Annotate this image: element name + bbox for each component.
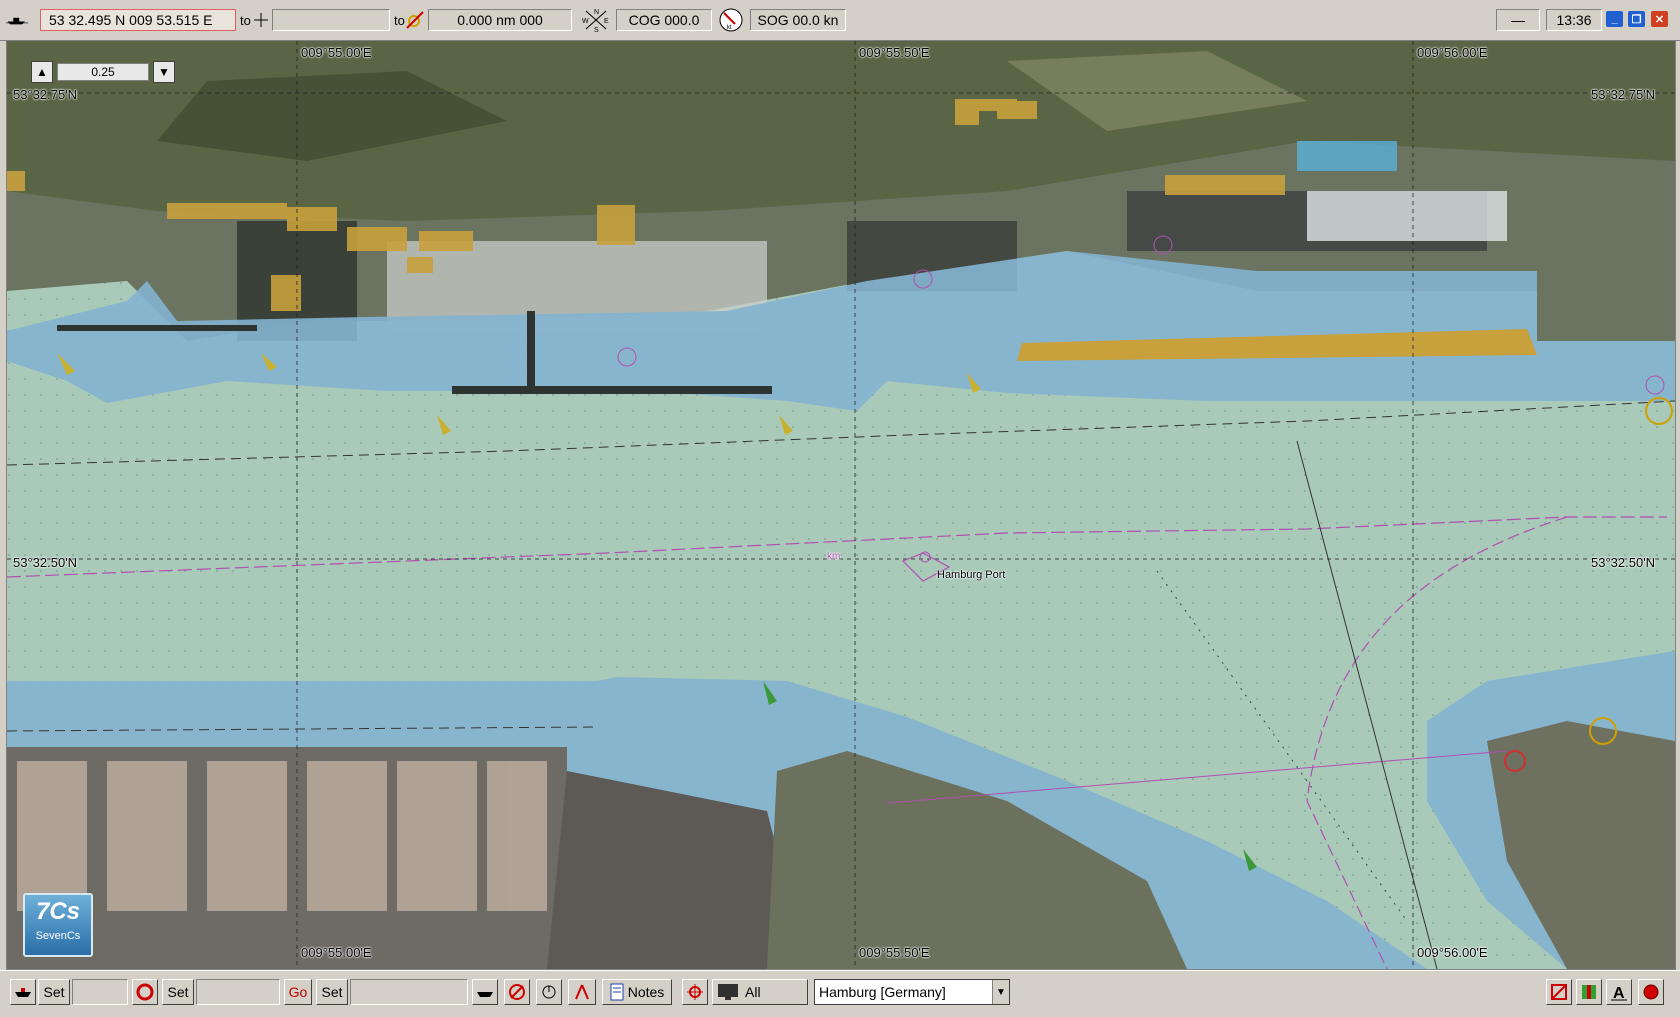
lon-label-3: 009°56.00'E [1417, 45, 1488, 60]
compass-e: E [604, 18, 609, 25]
compass-s: S [594, 27, 599, 33]
monitor-icon [718, 984, 738, 1000]
bottom-toolbar: Set Set Go Set Notes All Hamburg [German… [0, 970, 1680, 1017]
lifebuoy-button[interactable] [132, 979, 158, 1005]
region-value: Hamburg [Germany] [819, 984, 946, 1000]
alarm-button[interactable] [504, 979, 530, 1005]
sevencs-logo: 7Cs SevenCs [23, 893, 93, 957]
lon-label-2: 009°55.50'E [859, 45, 930, 60]
zoom-in-button[interactable]: ▲ [31, 61, 53, 83]
to-position-field[interactable] [272, 9, 390, 31]
dividers-icon[interactable] [568, 979, 596, 1005]
crosshair-icon[interactable] [250, 9, 272, 31]
ship-icon[interactable] [6, 9, 28, 31]
record-button[interactable] [1638, 979, 1664, 1005]
notes-icon [610, 983, 624, 1001]
chart-graphics [7, 41, 1675, 969]
go-button[interactable]: Go [284, 979, 312, 1005]
zoom-control: ▲ 0.25 ▼ [31, 61, 175, 83]
set-field-2[interactable] [196, 979, 280, 1005]
km-label: km [827, 551, 841, 562]
zoom-value[interactable]: 0.25 [57, 63, 149, 81]
no-entry-button[interactable] [1546, 979, 1572, 1005]
clock-display: 13:36 [1546, 9, 1602, 31]
lon-label-bottom-2: 009°55.50'E [859, 945, 930, 960]
set-field-3[interactable] [350, 979, 468, 1005]
lat-label-1-right: 53°32.75'N [1591, 87, 1656, 102]
position-display: 53 32.495 N 009 53.515 E [40, 9, 236, 31]
notes-label: Notes [627, 984, 665, 1000]
lon-label-1: 009°55.00'E [301, 45, 372, 60]
lat-label-1: 53°32.75'N [13, 87, 78, 102]
logo-text: 7Cs [35, 898, 81, 925]
chart-map-view[interactable]: 009°55.00'E 009°55.50'E 009°56.00'E 009°… [6, 40, 1676, 970]
set-button-1[interactable]: Set [38, 979, 70, 1005]
region-select[interactable]: Hamburg [Germany] ▼ [814, 979, 1010, 1005]
distance-bearing-display: 0.000 nm 000 [428, 9, 572, 31]
restore-icon[interactable]: ❐ [1628, 11, 1645, 27]
speedometer-icon[interactable]: kt [718, 8, 744, 32]
cog-display: COG 000.0 [616, 9, 712, 31]
place-label: Hamburg Port [937, 569, 1006, 581]
notes-button[interactable]: Notes [602, 979, 672, 1005]
close-icon[interactable]: ✕ [1651, 11, 1668, 27]
set-field-1[interactable] [72, 979, 128, 1005]
target-icon[interactable] [404, 9, 426, 31]
set-button-3[interactable]: Set [316, 979, 348, 1005]
sog-display: SOG 00.0 kn [750, 9, 846, 31]
logo-subtext: SevenCs [35, 930, 81, 942]
lat-label-2: 53°32.50'N [13, 555, 78, 570]
top-toolbar: 53 32.495 N 009 53.515 E to to 0.000 nm … [0, 0, 1680, 41]
display-all-button[interactable]: All [712, 979, 808, 1005]
speed-unit: kt [727, 25, 732, 31]
ship-route-button[interactable] [472, 979, 498, 1005]
lon-label-bottom-1: 009°55.00'E [301, 945, 372, 960]
all-label: All [745, 984, 761, 1000]
minimize-map-button[interactable]: — [1496, 9, 1540, 31]
lat-label-2-right: 53°32.50'N [1591, 555, 1656, 570]
nautical-instruments-icon[interactable] [536, 979, 562, 1005]
compass-w: W [582, 18, 589, 25]
set-button-2[interactable]: Set [162, 979, 194, 1005]
ship-button[interactable] [10, 979, 36, 1005]
minimize-icon[interactable]: _ [1606, 11, 1623, 27]
text-style-button[interactable]: A [1606, 979, 1632, 1005]
flag-button[interactable] [1576, 979, 1602, 1005]
crosshair-button[interactable] [682, 979, 708, 1005]
compass-n: N [594, 9, 599, 16]
svg-text:A: A [1613, 985, 1625, 1001]
lon-label-bottom-3: 009°56.00'E [1417, 945, 1488, 960]
chevron-down-icon: ▼ [992, 980, 1009, 1004]
zoom-out-button[interactable]: ▼ [153, 61, 175, 83]
compass-rose-icon[interactable]: N S W E [582, 9, 610, 33]
